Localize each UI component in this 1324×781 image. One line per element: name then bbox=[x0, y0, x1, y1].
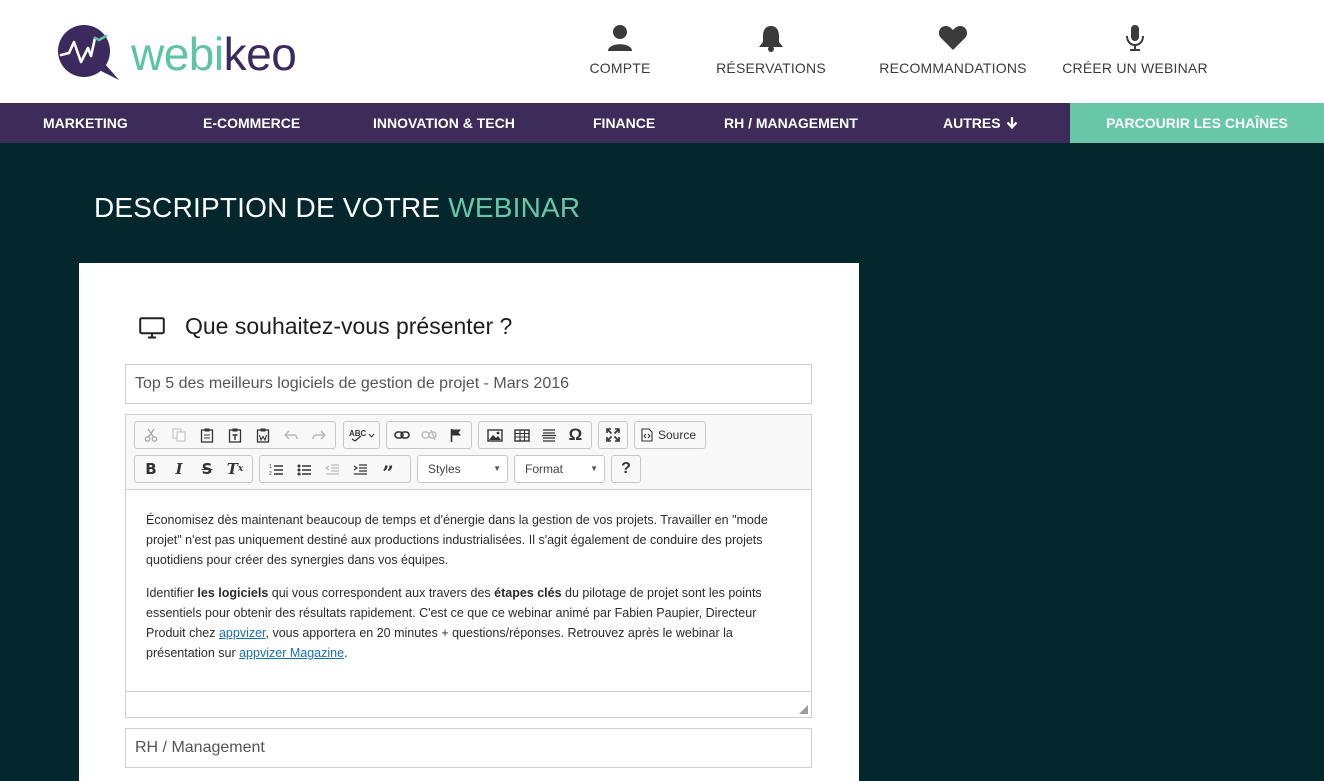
text-span: Identifier bbox=[146, 586, 198, 600]
heart-icon bbox=[938, 26, 968, 50]
bell-icon bbox=[759, 26, 783, 52]
format-dropdown[interactable]: Format ▼ bbox=[514, 455, 605, 483]
maximize-icon[interactable] bbox=[601, 423, 625, 447]
anchor-flag-icon[interactable] bbox=[442, 423, 469, 447]
category-ecommerce[interactable]: E-COMMERCE bbox=[203, 103, 300, 143]
text-span: qui vous correspondent aux travers des bbox=[268, 586, 495, 600]
bold-text: les logiciels bbox=[197, 586, 269, 600]
nav-account-label: COMPTE bbox=[589, 60, 651, 76]
content-paragraph: Économisez dès maintenant beaucoup de te… bbox=[146, 513, 768, 567]
bold-text: étapes clés bbox=[494, 586, 562, 600]
microphone-icon bbox=[1126, 25, 1144, 51]
bulleted-list-icon[interactable] bbox=[290, 457, 318, 481]
appvizer-link[interactable]: appvizer bbox=[219, 626, 266, 640]
section-title: Que souhaitez-vous présenter ? bbox=[185, 313, 513, 339]
user-icon bbox=[608, 25, 632, 51]
content-paragraph: Identifier les logiciels qui vous corres… bbox=[146, 583, 796, 663]
category-bar: MARKETING E-COMMERCE INNOVATION & TECH F… bbox=[0, 103, 1324, 143]
link-icon[interactable] bbox=[389, 423, 416, 447]
numbered-list-icon[interactable]: 12 bbox=[262, 457, 290, 481]
chevron-down-icon: ▼ bbox=[493, 464, 501, 473]
nav-create-webinar-label: CRÉER UN WEBINAR bbox=[1062, 60, 1208, 76]
nav-recommendations[interactable]: RECOMMANDATIONS bbox=[868, 24, 1038, 84]
webinar-title-input[interactable]: Top 5 des meilleurs logiciels de gestion… bbox=[125, 364, 812, 404]
nav-create-webinar[interactable]: CRÉER UN WEBINAR bbox=[1050, 24, 1220, 84]
site-header: webikeo COMPTE RÉSERVATIONS RECOMMANDATI… bbox=[0, 0, 1324, 103]
remove-format-icon[interactable]: Tx bbox=[221, 457, 249, 481]
category-finance[interactable]: FINANCE bbox=[593, 103, 655, 143]
maximize-group bbox=[598, 421, 628, 449]
paste-word-icon[interactable] bbox=[249, 423, 277, 447]
resize-handle-icon[interactable] bbox=[799, 705, 808, 714]
paragraph-group: 12 ” bbox=[259, 455, 411, 485]
webinar-form-card: Que souhaitez-vous présenter ? Top 5 des… bbox=[79, 263, 859, 781]
styles-dropdown[interactable]: Styles ▼ bbox=[417, 455, 508, 483]
webinar-category-input[interactable]: RH / Management bbox=[125, 728, 812, 768]
svg-text:ABC: ABC bbox=[349, 429, 367, 438]
spellcheck-icon[interactable]: ABC bbox=[346, 423, 377, 447]
undo-icon[interactable] bbox=[277, 423, 305, 447]
nav-reservations-label: RÉSERVATIONS bbox=[716, 60, 826, 76]
arrow-down-icon bbox=[1007, 117, 1018, 130]
help-button[interactable]: ? bbox=[611, 455, 641, 483]
editor-toolbar: ABC Ω Source B I S T x 1 2 ” Styles ▼ Fo… bbox=[126, 415, 811, 490]
browse-channels-button[interactable]: PARCOURIR LES CHAÎNES bbox=[1070, 103, 1324, 143]
spellcheck-group: ABC bbox=[343, 421, 380, 449]
rich-text-editor[interactable]: ABC Ω Source B I S T x 1 2 ” Styles ▼ Fo… bbox=[125, 414, 812, 718]
nav-account[interactable]: COMPTE bbox=[535, 24, 705, 84]
nav-recommendations-label: RECOMMANDATIONS bbox=[879, 60, 1027, 76]
strikethrough-icon[interactable]: S bbox=[193, 457, 221, 481]
indent-icon[interactable] bbox=[346, 457, 374, 481]
editor-statusbar bbox=[126, 691, 811, 717]
outdent-icon[interactable] bbox=[318, 457, 346, 481]
page-title-accent: WEBINAR bbox=[448, 192, 581, 223]
monitor-icon bbox=[139, 317, 165, 339]
table-icon[interactable] bbox=[508, 423, 535, 447]
horizontal-rule-icon[interactable] bbox=[535, 423, 562, 447]
logo-mark-icon bbox=[58, 25, 119, 80]
svg-text:1: 1 bbox=[269, 464, 272, 470]
cut-icon[interactable] bbox=[137, 423, 165, 447]
special-char-icon[interactable]: Ω bbox=[562, 423, 589, 447]
source-button[interactable]: Source bbox=[634, 421, 706, 449]
link-group bbox=[386, 421, 472, 449]
copy-icon[interactable] bbox=[165, 423, 193, 447]
svg-text:2: 2 bbox=[269, 471, 272, 476]
unlink-icon[interactable] bbox=[416, 423, 443, 447]
source-label: Source bbox=[658, 428, 697, 442]
italic-icon[interactable]: I bbox=[165, 457, 193, 481]
category-others[interactable]: AUTRES bbox=[943, 103, 1018, 143]
category-hr-management[interactable]: RH / MANAGEMENT bbox=[724, 103, 858, 143]
editor-content[interactable]: Économisez dès maintenant beaucoup de te… bbox=[146, 510, 796, 676]
blockquote-icon[interactable]: ” bbox=[374, 457, 402, 485]
format-label: Format bbox=[525, 462, 564, 476]
source-icon bbox=[641, 428, 653, 442]
category-marketing[interactable]: MARKETING bbox=[43, 103, 128, 143]
redo-icon[interactable] bbox=[305, 423, 333, 447]
category-innovation-tech[interactable]: INNOVATION & TECH bbox=[373, 103, 515, 143]
chevron-down-icon: ▼ bbox=[590, 464, 598, 473]
page-title-main: DESCRIPTION DE VOTRE bbox=[94, 192, 449, 223]
paste-icon[interactable] bbox=[193, 423, 221, 447]
webikeo-logo[interactable]: webikeo bbox=[55, 24, 315, 84]
appvizer-magazine-link[interactable]: appvizer Magazine bbox=[239, 646, 344, 660]
insert-group: Ω bbox=[478, 421, 592, 449]
text-span: . bbox=[344, 646, 348, 660]
bold-icon[interactable]: B bbox=[137, 457, 165, 481]
page-title: DESCRIPTION DE VOTRE WEBINAR bbox=[94, 192, 580, 224]
basic-styles-group: B I S Tx bbox=[134, 455, 253, 483]
nav-reservations[interactable]: RÉSERVATIONS bbox=[686, 24, 856, 84]
logo-wordmark: webikeo bbox=[131, 28, 297, 80]
clipboard-group bbox=[134, 421, 336, 449]
category-others-label: AUTRES bbox=[943, 115, 1001, 131]
styles-label: Styles bbox=[428, 462, 461, 476]
paste-text-icon[interactable] bbox=[221, 423, 249, 447]
image-icon[interactable] bbox=[481, 423, 508, 447]
